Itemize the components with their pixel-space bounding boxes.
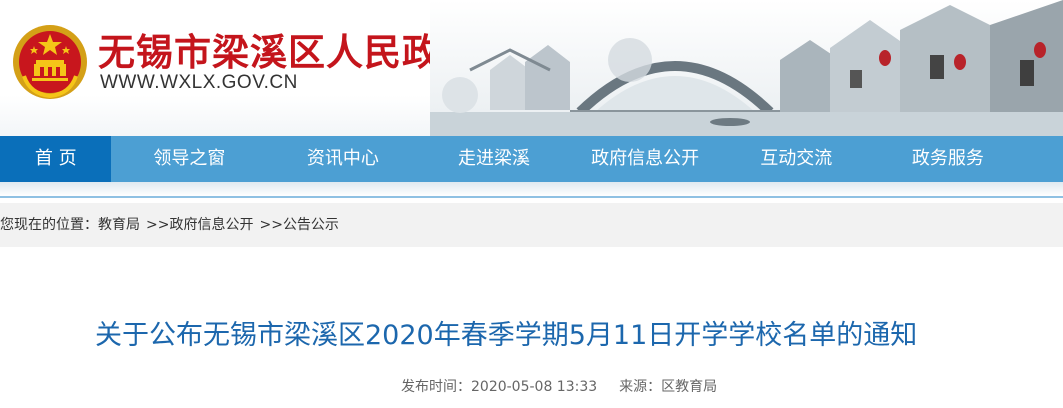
article-title: 关于公布无锡市梁溪区2020年春季学期5月11日开学学校名单的通知 <box>95 320 918 351</box>
source-label: 来源： <box>619 379 662 395</box>
national-emblem-icon <box>13 25 87 99</box>
nav-shadow <box>0 182 1063 196</box>
nav-item-home[interactable]: 首 页 <box>0 136 112 182</box>
site-name[interactable]: 无锡市梁溪区人民政府 <box>98 22 478 76</box>
nav-item-about-liangxi[interactable]: 走进梁溪 <box>418 136 569 182</box>
breadcrumb-item-info-disclosure[interactable]: 政府信息公开 <box>169 217 253 233</box>
nav-item-services[interactable]: 政务服务 <box>872 136 1063 182</box>
breadcrumb-item-announcements[interactable]: 公告公示 <box>283 217 339 233</box>
publish-time: 2020-05-08 13:33 <box>471 379 598 395</box>
article-title-row: 关于公布无锡市梁溪区2020年春季学期5月11日开学学校名单的通知 <box>0 313 1063 352</box>
breadcrumb-separator: >> <box>146 217 170 233</box>
breadcrumb-separator: >> <box>259 217 283 233</box>
site-header: 无锡市梁溪区人民政府 WWW.WXLX.GOV.CN <box>0 0 1063 136</box>
nav-item-info-disclosure[interactable]: 政府信息公开 <box>570 136 721 182</box>
main-nav: 首 页 领导之窗 资讯中心 走进梁溪 政府信息公开 互动交流 政务服务 <box>0 136 1063 182</box>
site-url: WWW.WXLX.GOV.CN <box>100 72 298 93</box>
nav-item-leaders[interactable]: 领导之窗 <box>111 136 267 182</box>
publish-time-label: 发布时间： <box>401 379 471 395</box>
breadcrumb-prefix: 您现在的位置： <box>0 217 98 233</box>
source-value: 区教育局 <box>661 379 718 395</box>
nav-item-interaction[interactable]: 互动交流 <box>721 136 872 182</box>
breadcrumb-item-education-bureau[interactable]: 教育局 <box>98 217 140 233</box>
scenery-banner-image <box>430 0 1063 136</box>
breadcrumb: 您现在的位置：教育局 >>政府信息公开 >>公告公示 <box>0 203 1063 247</box>
nav-item-news[interactable]: 资讯中心 <box>267 136 418 182</box>
divider <box>0 196 1063 198</box>
